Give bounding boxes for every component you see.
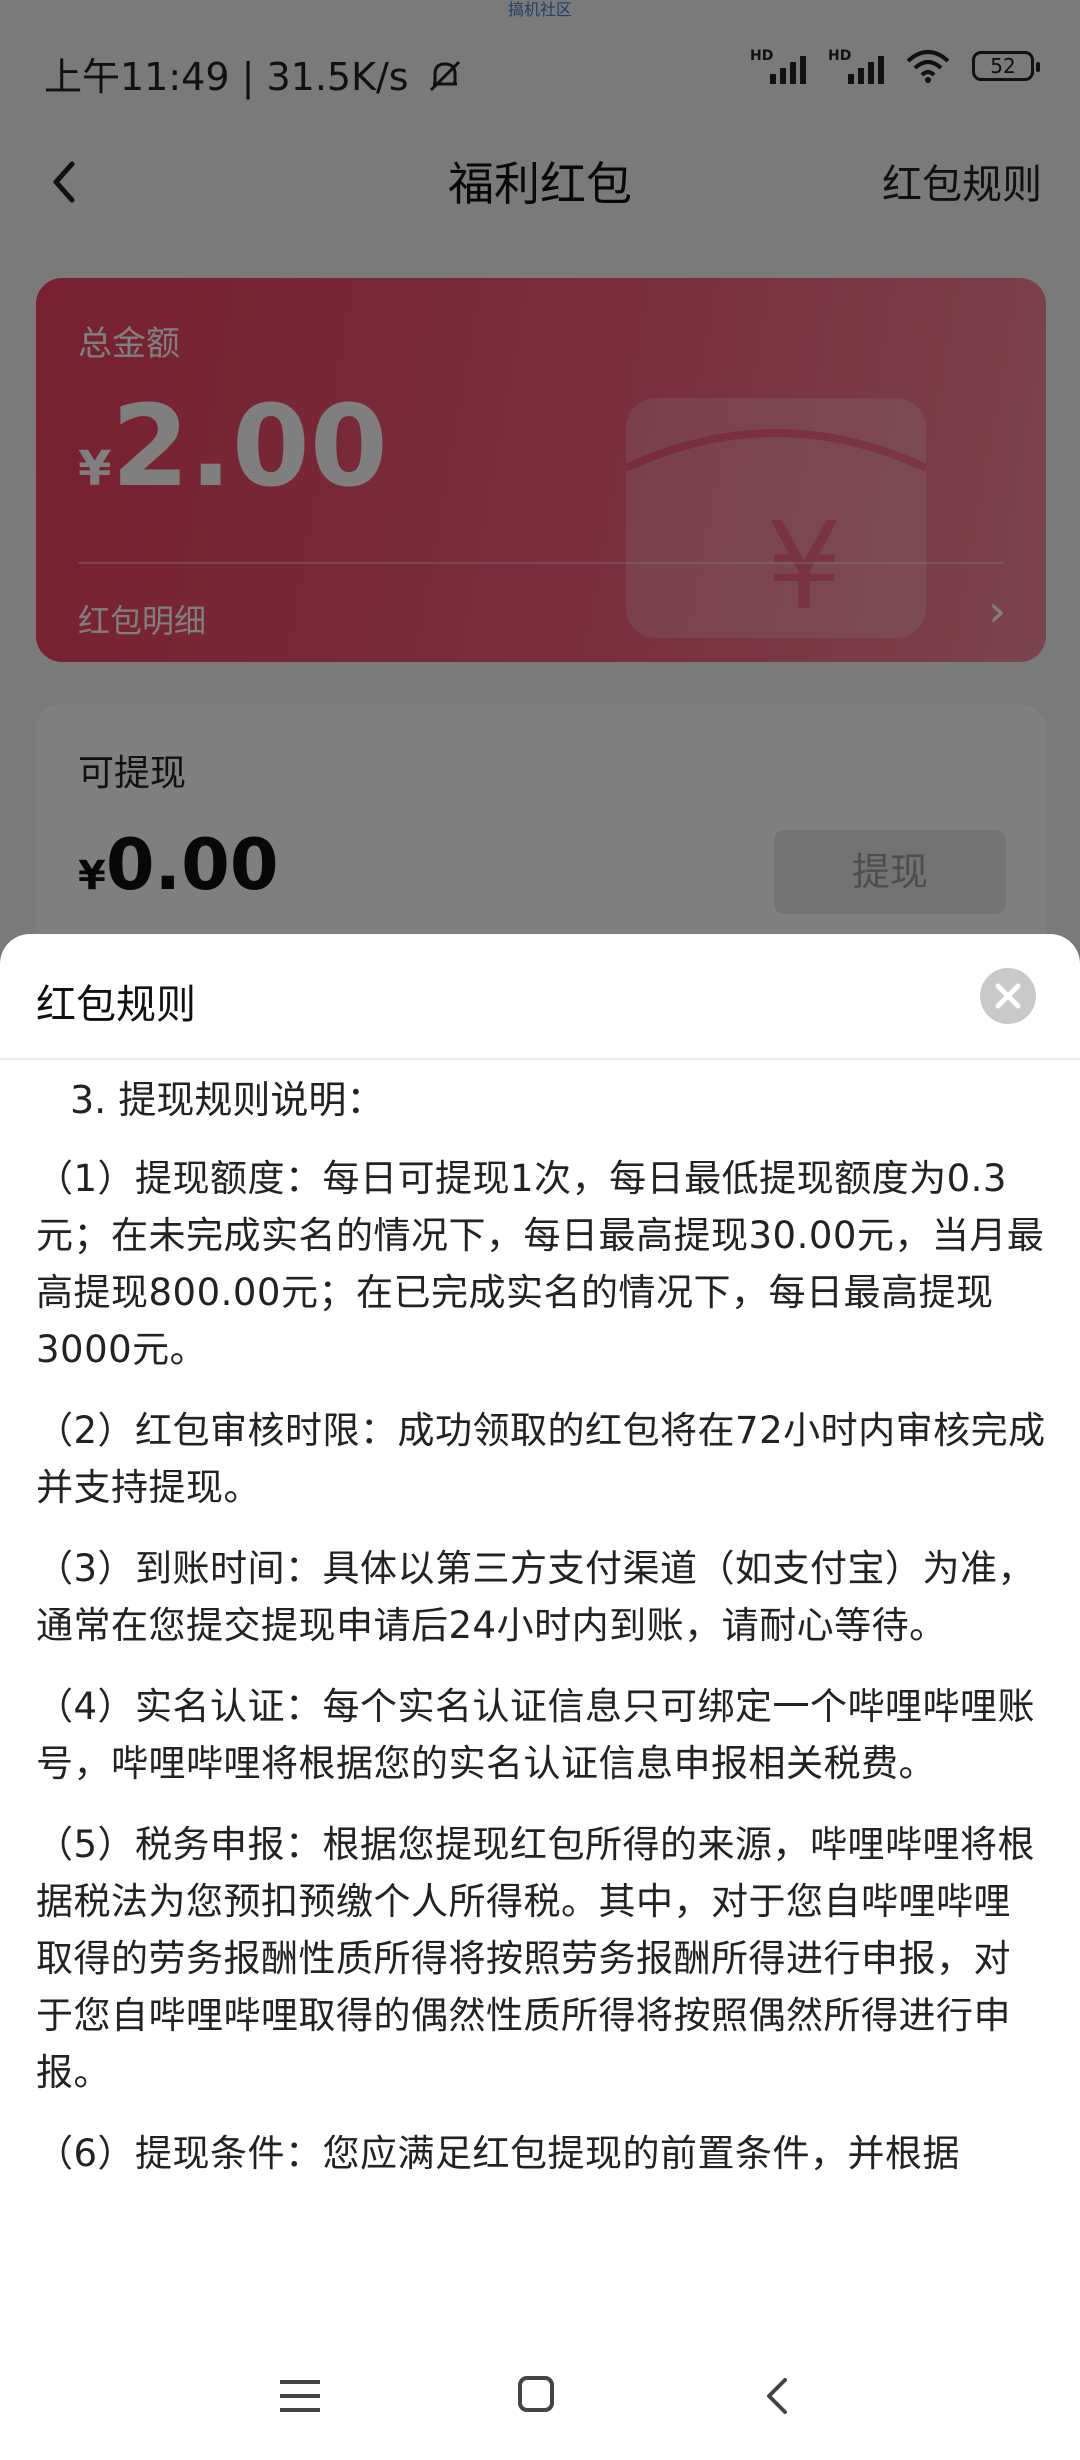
rule-paragraph: （6）提现条件：您应满足红包提现的前置条件，并根据: [36, 2132, 961, 2175]
rule-paragraph: （3）到账时间：具体以第三方支付渠道（如支付宝）为准，通常在您提交提现申请后24…: [36, 1547, 1036, 1647]
menu-icon[interactable]: [266, 2366, 336, 2426]
section-heading: 3. 提现规则说明：: [70, 1078, 385, 1122]
sheet-title: 红包规则: [36, 982, 196, 1028]
rules-sheet: 红包规则 3. 提现规则说明： （1）提现额度：每日可提现1次，每日最低提现额度…: [0, 934, 1080, 2460]
rule-paragraph: （1）提现额度：每日可提现1次，每日最低提现额度为0.3元；在未完成实名的情况下…: [36, 1157, 1045, 1371]
home-icon[interactable]: [504, 2366, 574, 2426]
back-icon[interactable]: [742, 2366, 812, 2426]
close-button[interactable]: [980, 968, 1036, 1024]
rule-paragraph: （4）实名认证：每个实名认证信息只可绑定一个哔哩哔哩账号，哔哩哔哩将根据您的实名…: [36, 1685, 1036, 1785]
rule-paragraph: （2）红包审核时限：成功领取的红包将在72小时内审核完成并支持提现。: [36, 1409, 1046, 1509]
rule-paragraph: （5）税务申报：根据您提现红包所得的来源，哔哩哔哩将根据税法为您预扣预缴个人所得…: [36, 1823, 1036, 2094]
sheet-header: 红包规则: [0, 934, 1080, 1060]
screen: 搞机社区 上午11:49 | 31.5K/s HD HD: [0, 0, 1080, 2460]
close-icon: [995, 983, 1021, 1009]
rules-content: 3. 提现规则说明： （1）提现额度：每日可提现1次，每日最低提现额度为0.3元…: [36, 1074, 1046, 2206]
system-nav-bar: [0, 2336, 1080, 2460]
